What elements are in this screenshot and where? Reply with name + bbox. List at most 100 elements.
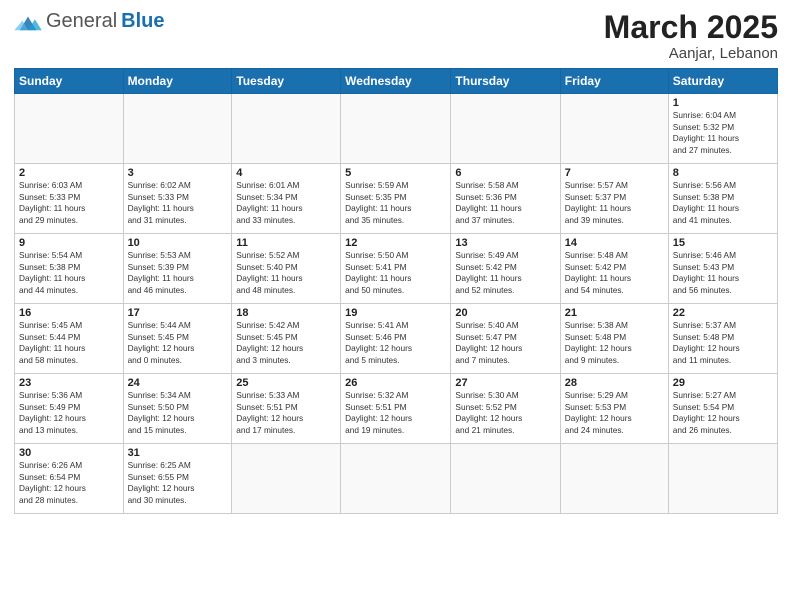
calendar-cell: 28Sunrise: 5:29 AM Sunset: 5:53 PM Dayli… (560, 374, 668, 444)
day-number: 25 (236, 377, 336, 389)
calendar-week-2: 2Sunrise: 6:03 AM Sunset: 5:33 PM Daylig… (15, 164, 778, 234)
calendar-cell: 4Sunrise: 6:01 AM Sunset: 5:34 PM Daylig… (232, 164, 341, 234)
title-area: March 2025 Aanjar, Lebanon (604, 10, 778, 62)
calendar-cell: 1Sunrise: 6:04 AM Sunset: 5:32 PM Daylig… (668, 94, 777, 164)
weekday-header-row: Sunday Monday Tuesday Wednesday Thursday… (15, 69, 778, 94)
calendar-cell: 19Sunrise: 5:41 AM Sunset: 5:46 PM Dayli… (341, 304, 451, 374)
sun-info: Sunrise: 5:27 AM Sunset: 5:54 PM Dayligh… (673, 390, 773, 436)
calendar-cell (15, 94, 124, 164)
location-title: Aanjar, Lebanon (604, 45, 778, 62)
calendar-cell: 29Sunrise: 5:27 AM Sunset: 5:54 PM Dayli… (668, 374, 777, 444)
calendar-cell: 12Sunrise: 5:50 AM Sunset: 5:41 PM Dayli… (341, 234, 451, 304)
calendar-cell: 11Sunrise: 5:52 AM Sunset: 5:40 PM Dayli… (232, 234, 341, 304)
day-number: 29 (673, 377, 773, 389)
day-number: 1 (673, 97, 773, 109)
header-friday: Friday (560, 69, 668, 94)
calendar-cell: 30Sunrise: 6:26 AM Sunset: 6:54 PM Dayli… (15, 444, 124, 514)
logo-icon (14, 11, 42, 33)
day-number: 14 (565, 237, 664, 249)
day-number: 8 (673, 167, 773, 179)
day-number: 24 (128, 377, 228, 389)
sun-info: Sunrise: 5:54 AM Sunset: 5:38 PM Dayligh… (19, 250, 119, 296)
sun-info: Sunrise: 5:57 AM Sunset: 5:37 PM Dayligh… (565, 180, 664, 226)
day-number: 4 (236, 167, 336, 179)
day-number: 19 (345, 307, 446, 319)
calendar-cell: 26Sunrise: 5:32 AM Sunset: 5:51 PM Dayli… (341, 374, 451, 444)
sun-info: Sunrise: 6:01 AM Sunset: 5:34 PM Dayligh… (236, 180, 336, 226)
day-number: 13 (455, 237, 555, 249)
calendar-cell (668, 444, 777, 514)
sun-info: Sunrise: 5:49 AM Sunset: 5:42 PM Dayligh… (455, 250, 555, 296)
calendar-cell: 25Sunrise: 5:33 AM Sunset: 5:51 PM Dayli… (232, 374, 341, 444)
calendar-cell (451, 94, 560, 164)
sun-info: Sunrise: 6:04 AM Sunset: 5:32 PM Dayligh… (673, 110, 773, 156)
day-number: 20 (455, 307, 555, 319)
logo-text-blue: Blue (121, 10, 164, 33)
sun-info: Sunrise: 5:59 AM Sunset: 5:35 PM Dayligh… (345, 180, 446, 226)
sun-info: Sunrise: 5:41 AM Sunset: 5:46 PM Dayligh… (345, 320, 446, 366)
header-monday: Monday (123, 69, 232, 94)
calendar-week-6: 30Sunrise: 6:26 AM Sunset: 6:54 PM Dayli… (15, 444, 778, 514)
calendar-body: 1Sunrise: 6:04 AM Sunset: 5:32 PM Daylig… (15, 94, 778, 514)
day-number: 23 (19, 377, 119, 389)
calendar-cell: 22Sunrise: 5:37 AM Sunset: 5:48 PM Dayli… (668, 304, 777, 374)
calendar-week-5: 23Sunrise: 5:36 AM Sunset: 5:49 PM Dayli… (15, 374, 778, 444)
calendar-cell: 13Sunrise: 5:49 AM Sunset: 5:42 PM Dayli… (451, 234, 560, 304)
calendar-cell: 16Sunrise: 5:45 AM Sunset: 5:44 PM Dayli… (15, 304, 124, 374)
logo: GeneralBlue (14, 10, 165, 33)
sun-info: Sunrise: 5:44 AM Sunset: 5:45 PM Dayligh… (128, 320, 228, 366)
sun-info: Sunrise: 6:26 AM Sunset: 6:54 PM Dayligh… (19, 460, 119, 506)
calendar-cell: 8Sunrise: 5:56 AM Sunset: 5:38 PM Daylig… (668, 164, 777, 234)
calendar-cell (560, 94, 668, 164)
day-number: 30 (19, 447, 119, 459)
sun-info: Sunrise: 5:37 AM Sunset: 5:48 PM Dayligh… (673, 320, 773, 366)
calendar-week-3: 9Sunrise: 5:54 AM Sunset: 5:38 PM Daylig… (15, 234, 778, 304)
sun-info: Sunrise: 6:03 AM Sunset: 5:33 PM Dayligh… (19, 180, 119, 226)
day-number: 2 (19, 167, 119, 179)
day-number: 26 (345, 377, 446, 389)
header-wednesday: Wednesday (341, 69, 451, 94)
day-number: 31 (128, 447, 228, 459)
calendar-cell (560, 444, 668, 514)
sun-info: Sunrise: 5:29 AM Sunset: 5:53 PM Dayligh… (565, 390, 664, 436)
header-thursday: Thursday (451, 69, 560, 94)
calendar-cell: 18Sunrise: 5:42 AM Sunset: 5:45 PM Dayli… (232, 304, 341, 374)
calendar-cell: 15Sunrise: 5:46 AM Sunset: 5:43 PM Dayli… (668, 234, 777, 304)
day-number: 22 (673, 307, 773, 319)
main-container: GeneralBlue March 2025 Aanjar, Lebanon S… (0, 0, 792, 524)
day-number: 11 (236, 237, 336, 249)
sun-info: Sunrise: 5:48 AM Sunset: 5:42 PM Dayligh… (565, 250, 664, 296)
sun-info: Sunrise: 5:34 AM Sunset: 5:50 PM Dayligh… (128, 390, 228, 436)
sun-info: Sunrise: 5:30 AM Sunset: 5:52 PM Dayligh… (455, 390, 555, 436)
sun-info: Sunrise: 5:52 AM Sunset: 5:40 PM Dayligh… (236, 250, 336, 296)
sun-info: Sunrise: 5:38 AM Sunset: 5:48 PM Dayligh… (565, 320, 664, 366)
day-number: 6 (455, 167, 555, 179)
calendar-cell (232, 94, 341, 164)
calendar-cell: 10Sunrise: 5:53 AM Sunset: 5:39 PM Dayli… (123, 234, 232, 304)
calendar-table: Sunday Monday Tuesday Wednesday Thursday… (14, 68, 778, 514)
calendar-cell: 5Sunrise: 5:59 AM Sunset: 5:35 PM Daylig… (341, 164, 451, 234)
sun-info: Sunrise: 5:56 AM Sunset: 5:38 PM Dayligh… (673, 180, 773, 226)
header-sunday: Sunday (15, 69, 124, 94)
day-number: 10 (128, 237, 228, 249)
logo-text-general: General (46, 10, 117, 33)
day-number: 9 (19, 237, 119, 249)
day-number: 15 (673, 237, 773, 249)
calendar-cell: 6Sunrise: 5:58 AM Sunset: 5:36 PM Daylig… (451, 164, 560, 234)
header-tuesday: Tuesday (232, 69, 341, 94)
header: GeneralBlue March 2025 Aanjar, Lebanon (14, 10, 778, 62)
sun-info: Sunrise: 5:46 AM Sunset: 5:43 PM Dayligh… (673, 250, 773, 296)
day-number: 21 (565, 307, 664, 319)
sun-info: Sunrise: 6:25 AM Sunset: 6:55 PM Dayligh… (128, 460, 228, 506)
calendar-cell: 17Sunrise: 5:44 AM Sunset: 5:45 PM Dayli… (123, 304, 232, 374)
sun-info: Sunrise: 5:42 AM Sunset: 5:45 PM Dayligh… (236, 320, 336, 366)
calendar-week-4: 16Sunrise: 5:45 AM Sunset: 5:44 PM Dayli… (15, 304, 778, 374)
calendar-cell (123, 94, 232, 164)
calendar-cell (341, 94, 451, 164)
sun-info: Sunrise: 5:50 AM Sunset: 5:41 PM Dayligh… (345, 250, 446, 296)
day-number: 28 (565, 377, 664, 389)
calendar-cell: 24Sunrise: 5:34 AM Sunset: 5:50 PM Dayli… (123, 374, 232, 444)
day-number: 27 (455, 377, 555, 389)
month-title: March 2025 (604, 10, 778, 45)
calendar-cell: 21Sunrise: 5:38 AM Sunset: 5:48 PM Dayli… (560, 304, 668, 374)
